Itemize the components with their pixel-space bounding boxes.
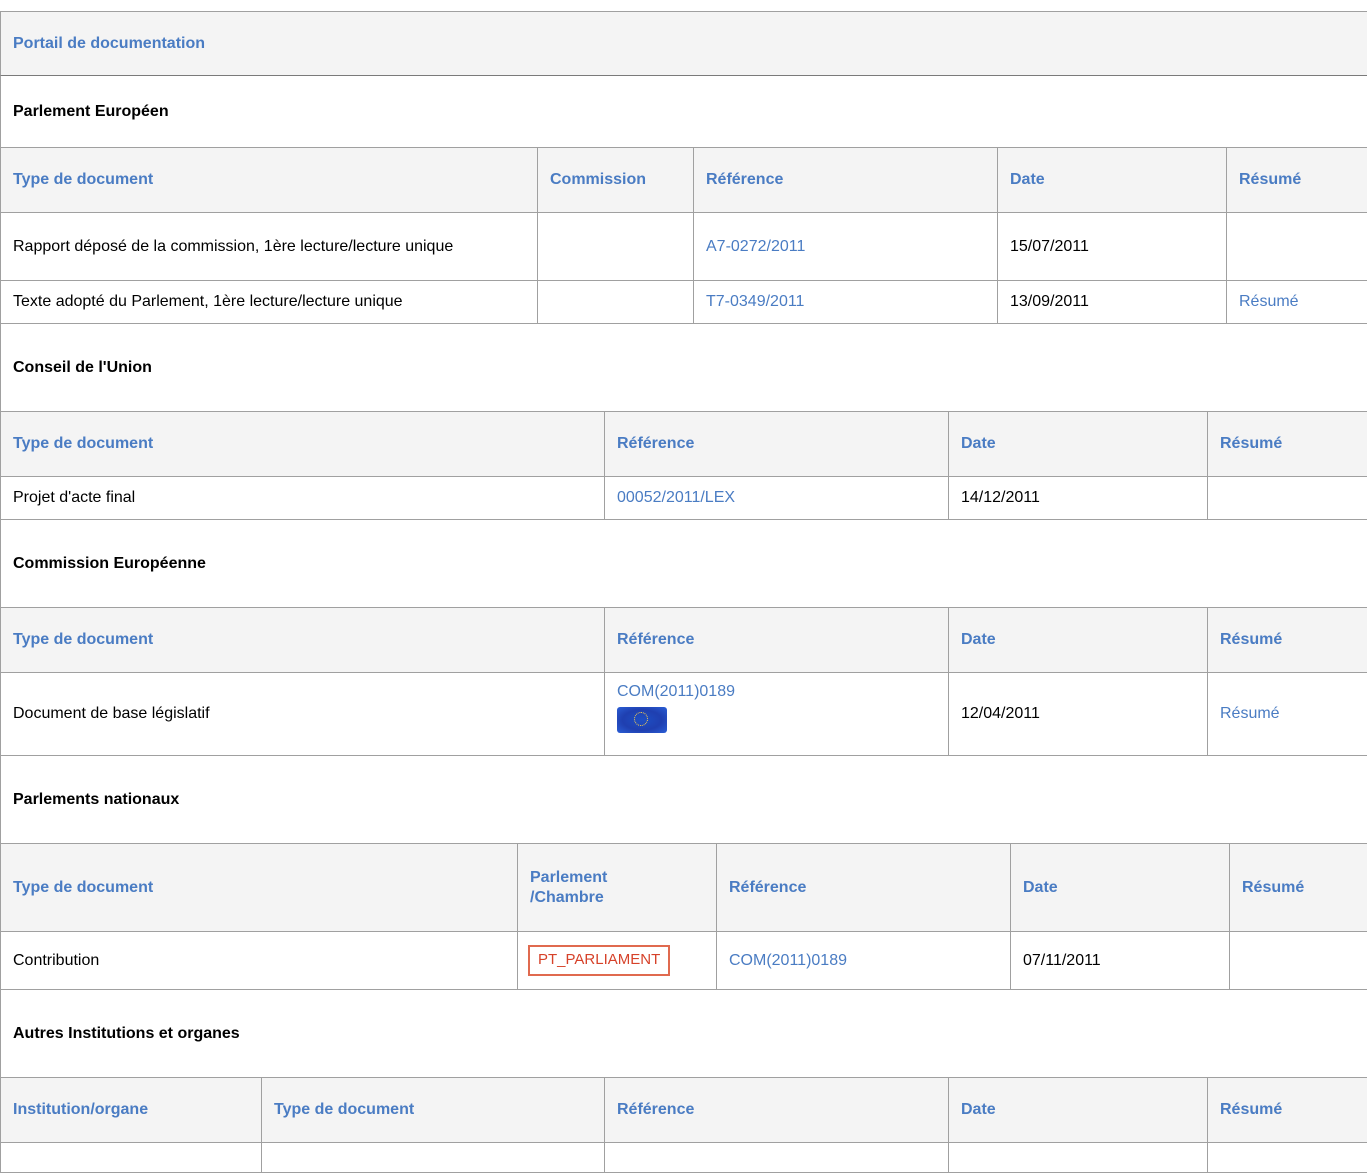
- column-header-document-type[interactable]: Type de document: [1, 844, 518, 932]
- table-row: [1, 1143, 1367, 1173]
- date-cell: 14/12/2011: [949, 477, 1208, 520]
- table-row: Texte adopté du Parlement, 1ère lecture/…: [1, 281, 1367, 324]
- commission-documents-table: Type de document Référence Date Résumé D…: [0, 607, 1367, 756]
- column-header-summary[interactable]: Résumé: [1208, 608, 1367, 673]
- reference-cell: T7-0349/2011: [694, 281, 998, 324]
- reference-link[interactable]: COM(2011)0189: [729, 952, 847, 969]
- reference-cell: COM(2011)0189: [605, 673, 949, 756]
- column-header-date[interactable]: Date: [1011, 844, 1230, 932]
- reference-link[interactable]: A7-0272/2011: [706, 238, 805, 255]
- section-title-council: Conseil de l'Union: [0, 324, 1367, 411]
- summary-link[interactable]: Résumé: [1220, 705, 1280, 722]
- chamber-cell: PT_PARLIAMENT: [518, 932, 717, 990]
- section-title-european-commission: Commission Européenne: [0, 520, 1367, 607]
- eu-flag-icon[interactable]: [617, 707, 667, 733]
- document-type-cell: Contribution: [1, 932, 518, 990]
- reference-cell: A7-0272/2011: [694, 213, 998, 281]
- summary-cell: [1208, 1143, 1367, 1173]
- date-cell: [949, 1143, 1208, 1173]
- chamber-badge[interactable]: PT_PARLIAMENT: [528, 945, 670, 976]
- column-header-date[interactable]: Date: [949, 412, 1208, 477]
- table-header-row: Type de document Référence Date Résumé: [1, 608, 1367, 673]
- committee-cell: [538, 213, 694, 281]
- column-header-date[interactable]: Date: [949, 1078, 1208, 1143]
- table-header-row: Type de document Référence Date Résumé: [1, 412, 1367, 477]
- column-header-document-type[interactable]: Type de document: [262, 1078, 605, 1143]
- date-cell: 12/04/2011: [949, 673, 1208, 756]
- column-header-document-type[interactable]: Type de document: [1, 608, 605, 673]
- column-header-reference[interactable]: Référence: [605, 1078, 949, 1143]
- date-cell: 07/11/2011: [1011, 932, 1230, 990]
- column-header-label: Parlement: [530, 869, 607, 886]
- section-title-other-institutions: Autres Institutions et organes: [0, 990, 1367, 1077]
- date-cell: 13/09/2011: [998, 281, 1227, 324]
- ep-documents-table: Type de document Commission Référence Da…: [0, 147, 1367, 324]
- council-documents-table: Type de document Référence Date Résumé P…: [0, 411, 1367, 520]
- summary-cell: [1230, 932, 1367, 990]
- document-type-cell: [262, 1143, 605, 1173]
- column-header-summary[interactable]: Résumé: [1208, 412, 1367, 477]
- table-row: Rapport déposé de la commission, 1ère le…: [1, 213, 1367, 281]
- reference-cell: COM(2011)0189: [717, 932, 1011, 990]
- summary-cell: Résumé: [1227, 281, 1367, 324]
- column-header-summary[interactable]: Résumé: [1230, 844, 1367, 932]
- reference-link[interactable]: COM(2011)0189: [617, 683, 735, 700]
- table-row: Projet d'acte final 00052/2011/LEX 14/12…: [1, 477, 1367, 520]
- table-row: Document de base législatif COM(2011)018…: [1, 673, 1367, 756]
- column-header-summary[interactable]: Résumé: [1227, 148, 1367, 213]
- column-header-institution[interactable]: Institution/organe: [1, 1078, 262, 1143]
- committee-cell: [538, 281, 694, 324]
- table-header-row: Institution/organe Type de document Réfé…: [1, 1078, 1367, 1143]
- portal-title: Portail de documentation: [0, 11, 1367, 76]
- date-cell: 15/07/2011: [998, 213, 1227, 281]
- summary-cell: [1227, 213, 1367, 281]
- column-header-reference[interactable]: Référence: [605, 412, 949, 477]
- column-header-reference[interactable]: Référence: [605, 608, 949, 673]
- section-title-european-parliament: Parlement Européen: [0, 76, 1367, 147]
- column-header-reference[interactable]: Référence: [717, 844, 1011, 932]
- table-header-row: Type de document Commission Référence Da…: [1, 148, 1367, 213]
- reference-cell: [605, 1143, 949, 1173]
- table-row: Contribution PT_PARLIAMENT COM(2011)0189…: [1, 932, 1367, 990]
- column-header-date[interactable]: Date: [998, 148, 1227, 213]
- column-header-date[interactable]: Date: [949, 608, 1208, 673]
- document-type-cell: Texte adopté du Parlement, 1ère lecture/…: [1, 281, 538, 324]
- column-header-committee[interactable]: Commission: [538, 148, 694, 213]
- document-type-cell: Projet d'acte final: [1, 477, 605, 520]
- table-header-row: Type de document Parlement /Chambre Réfé…: [1, 844, 1367, 932]
- reference-link[interactable]: 00052/2011/LEX: [617, 489, 735, 506]
- summary-link[interactable]: Résumé: [1239, 293, 1299, 310]
- column-header-summary[interactable]: Résumé: [1208, 1078, 1367, 1143]
- column-header-reference[interactable]: Référence: [694, 148, 998, 213]
- reference-link[interactable]: T7-0349/2011: [706, 293, 804, 310]
- other-institutions-table: Institution/organe Type de document Réfé…: [0, 1077, 1367, 1173]
- reference-cell: 00052/2011/LEX: [605, 477, 949, 520]
- summary-cell: Résumé: [1208, 673, 1367, 756]
- institution-cell: [1, 1143, 262, 1173]
- column-header-label: /Chambre: [530, 889, 604, 906]
- document-type-cell: Document de base législatif: [1, 673, 605, 756]
- section-title-national-parliaments: Parlements nationaux: [0, 756, 1367, 843]
- documentation-portal: Portail de documentation Parlement Europ…: [0, 11, 1367, 1173]
- column-header-parliament-chamber[interactable]: Parlement /Chambre: [518, 844, 717, 932]
- column-header-document-type[interactable]: Type de document: [1, 412, 605, 477]
- national-parliaments-table: Type de document Parlement /Chambre Réfé…: [0, 843, 1367, 990]
- column-header-document-type[interactable]: Type de document: [1, 148, 538, 213]
- document-type-cell: Rapport déposé de la commission, 1ère le…: [1, 213, 538, 281]
- summary-cell: [1208, 477, 1367, 520]
